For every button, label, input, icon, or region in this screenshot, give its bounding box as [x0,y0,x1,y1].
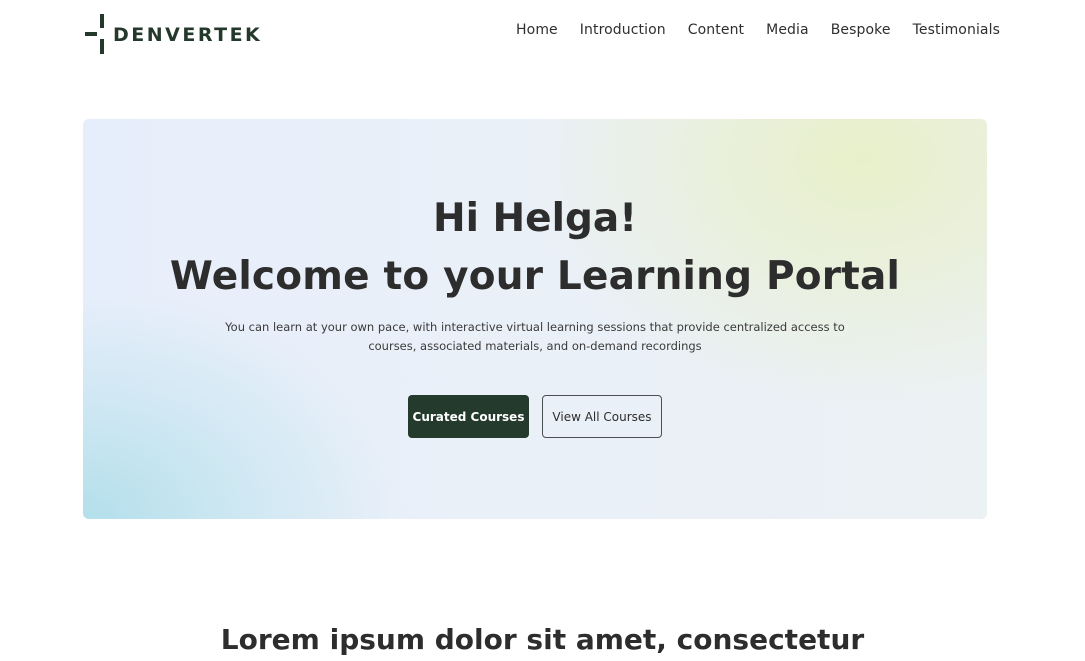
nav-link-media[interactable]: Media [766,22,809,38]
nav-link-content[interactable]: Content [688,22,744,38]
hero-buttons: Curated Courses View All Courses [83,395,987,438]
hero-description: You can learn at your own pace, with int… [225,320,845,353]
brand-logo[interactable]: DENVERTEK [85,14,262,54]
main-nav: Home Introduction Content Media Bespoke … [516,22,1000,38]
view-all-courses-button[interactable]: View All Courses [542,395,662,438]
hero-title: Welcome to your Learning Portal [169,254,901,299]
nav-link-bespoke[interactable]: Bespoke [831,22,891,38]
nav-link-introduction[interactable]: Introduction [580,22,666,38]
section-heading: Lorem ipsum dolor sit amet, consectetur [220,623,865,656]
nav-link-home[interactable]: Home [516,22,558,38]
nav-link-testimonials[interactable]: Testimonials [913,22,1000,38]
curated-courses-button[interactable]: Curated Courses [408,395,529,438]
hero-content: Hi Helga! Welcome to your Learning Porta… [83,119,987,519]
cross-logo-icon [85,14,107,54]
site-header: DENVERTEK Home Introduction Content Medi… [0,0,1085,70]
hero-banner: Hi Helga! Welcome to your Learning Porta… [83,119,987,519]
logo-text: DENVERTEK [113,24,263,46]
hero-greeting: Hi Helga! [432,196,638,241]
